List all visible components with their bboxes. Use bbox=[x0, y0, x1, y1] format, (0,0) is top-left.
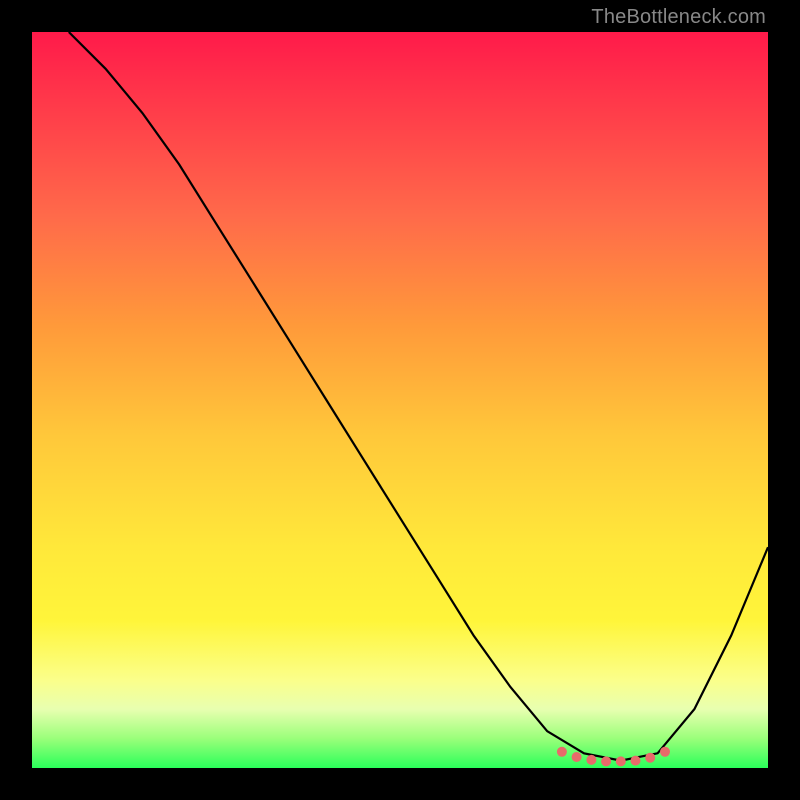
highlight-dot bbox=[631, 756, 641, 766]
highlight-dot bbox=[586, 755, 596, 765]
chart-curve bbox=[69, 32, 768, 761]
plot-area bbox=[32, 32, 768, 768]
highlight-dot bbox=[572, 752, 582, 762]
highlight-dot bbox=[616, 756, 626, 766]
highlight-dot bbox=[660, 747, 670, 757]
chart-svg bbox=[32, 32, 768, 768]
highlight-dot bbox=[557, 747, 567, 757]
highlight-dots-group bbox=[557, 747, 670, 767]
highlight-dot bbox=[601, 756, 611, 766]
highlight-dot bbox=[645, 753, 655, 763]
app-frame: TheBottleneck.com bbox=[0, 0, 800, 800]
watermark-text: TheBottleneck.com bbox=[591, 6, 766, 29]
